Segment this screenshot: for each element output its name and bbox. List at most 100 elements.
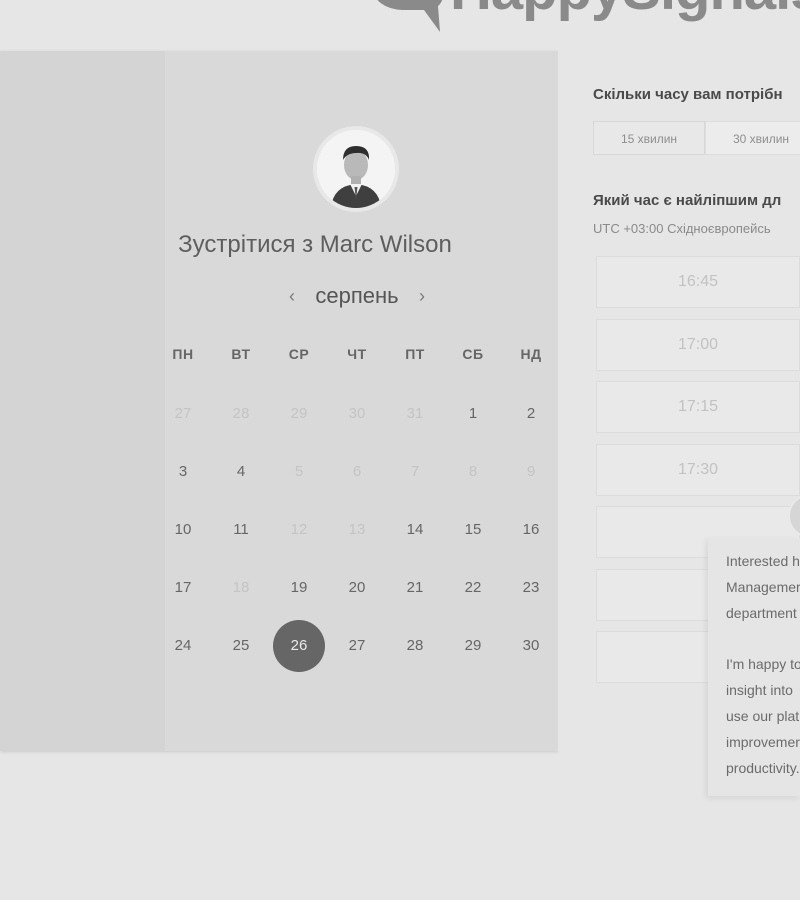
calendar-day: 29: [270, 385, 328, 443]
day-number: 20: [348, 579, 366, 596]
day-number: 28: [406, 637, 424, 654]
weekday-label: ПН: [172, 346, 194, 362]
chat-message-2: I'm happy to insight into use our plat impr…: [726, 651, 800, 781]
person-photo-icon: [317, 130, 395, 208]
calendar-day[interactable]: 1: [444, 385, 502, 443]
day-number: 7: [410, 463, 420, 480]
calendar-day[interactable]: 2: [502, 385, 560, 443]
calendar-day[interactable]: 21: [386, 559, 444, 617]
day-number: 11: [233, 521, 249, 538]
weekday-label: ЧТ: [347, 346, 367, 362]
calendar-day: 7: [386, 443, 444, 501]
calendar-day[interactable]: 3: [154, 443, 212, 501]
day-number: 22: [464, 579, 482, 596]
day-number: 28: [232, 405, 250, 422]
calendar-day: 9: [502, 443, 560, 501]
calendar-grid: 27 28 29 30 31 1 2 3 4 5 6 7 8 9 10 11 12 13 14 15 16 17 18 19 2…: [154, 385, 560, 675]
day-number: 21: [406, 579, 424, 596]
day-number: 16: [522, 521, 540, 538]
calendar-day[interactable]: 17: [154, 559, 212, 617]
chat-line: insight into: [726, 682, 793, 698]
day-number: 13: [348, 521, 366, 538]
calendar-day[interactable]: 25: [212, 617, 270, 675]
host-avatar: [317, 130, 395, 208]
time-slot-button[interactable]: 17:00: [596, 318, 800, 371]
calendar-day: 8: [444, 443, 502, 501]
calendar-day[interactable]: 20: [328, 559, 386, 617]
day-number: 9: [526, 463, 536, 480]
chat-popup[interactable]: Interested h Managemer department I'm happ…: [708, 538, 800, 796]
day-number: 24: [174, 637, 192, 654]
chevron-left-icon[interactable]: ‹: [282, 286, 302, 307]
day-number: 31: [406, 405, 424, 422]
day-number: 8: [468, 463, 478, 480]
calendar-day[interactable]: 14: [386, 501, 444, 559]
duration-question: Скільки часу вам потрібн: [593, 86, 783, 103]
calendar-day: 31: [386, 385, 444, 443]
day-number: 12: [290, 521, 308, 538]
calendar-day[interactable]: 24: [154, 617, 212, 675]
month-label: серпень: [315, 283, 399, 308]
calendar-day[interactable]: 4: [212, 443, 270, 501]
calendar-day: 6: [328, 443, 386, 501]
day-number: 15: [464, 521, 482, 538]
calendar-day: 30: [328, 385, 386, 443]
calendar-day[interactable]: 28: [386, 617, 444, 675]
calendar-day[interactable]: 29: [444, 617, 502, 675]
calendar-day[interactable]: 22: [444, 559, 502, 617]
weekday-label: СР: [288, 346, 310, 362]
day-number: 1: [468, 405, 478, 422]
day-number: 25: [232, 637, 250, 654]
calendar-day: 28: [212, 385, 270, 443]
chat-line: Interested h: [726, 553, 800, 569]
calendar-day[interactable]: 15: [444, 501, 502, 559]
month-navigation: ‹ серпень ›: [282, 281, 432, 311]
calendar-day[interactable]: 23: [502, 559, 560, 617]
time-slot-button[interactable]: 17:15: [596, 381, 800, 433]
chat-line: use our plat: [726, 708, 800, 724]
day-number: 10: [174, 521, 192, 538]
weekday-label: ПТ: [405, 346, 425, 362]
day-number: 3: [178, 463, 188, 480]
calendar-day: 5: [270, 443, 328, 501]
day-number: 23: [522, 579, 540, 596]
weekday-label: НД: [520, 346, 542, 362]
day-number: 2: [526, 405, 536, 422]
time-slot-button[interactable]: 17:30: [596, 443, 800, 496]
calendar-day[interactable]: 27: [328, 617, 386, 675]
chat-line: I'm happy to: [726, 656, 800, 672]
calendar-day[interactable]: 16: [502, 501, 560, 559]
chat-line: productivity.: [726, 760, 800, 776]
calendar-day[interactable]: 11: [212, 501, 270, 559]
day-number: 29: [464, 637, 482, 654]
day-number: 30: [522, 637, 540, 654]
day-number: 19: [290, 579, 308, 596]
weekday-label: СБ: [462, 346, 484, 362]
day-number: 5: [294, 463, 304, 480]
meeting-title: Зустрітися з Marc Wilson: [178, 231, 452, 258]
day-number: 6: [352, 463, 362, 480]
day-number: 30: [348, 405, 366, 422]
day-number: 29: [290, 405, 308, 422]
day-number: 27: [348, 637, 366, 654]
timezone-label[interactable]: UTC +03:00 Східноєвропейсь: [593, 221, 771, 236]
calendar-day: 18: [212, 559, 270, 617]
calendar-day[interactable]: 10: [154, 501, 212, 559]
day-number: 4: [236, 463, 246, 480]
day-number: 14: [406, 521, 424, 538]
day-number: 27: [174, 405, 192, 422]
weekday-label: ВТ: [231, 346, 251, 362]
calendar-day[interactable]: 30: [502, 617, 560, 675]
chat-line: department: [726, 605, 797, 621]
chevron-right-icon[interactable]: ›: [412, 286, 432, 307]
calendar-day: 12: [270, 501, 328, 559]
calendar-day[interactable]: 19: [270, 559, 328, 617]
duration-15-button[interactable]: 15 хвилин: [593, 121, 705, 155]
selected-day[interactable]: 26: [270, 617, 328, 675]
calendar-day: 13: [328, 501, 386, 559]
calendar-week-row: 24 25 26 27 28 29 30: [154, 617, 560, 675]
calendar-week-row: 10 11 12 13 14 15 16: [154, 501, 560, 559]
time-slot-button[interactable]: 16:45: [596, 256, 800, 308]
duration-30-button[interactable]: 30 хвилин: [705, 121, 800, 155]
weekday-header: ПН ВТ СР ЧТ ПТ СБ НД: [154, 346, 560, 362]
